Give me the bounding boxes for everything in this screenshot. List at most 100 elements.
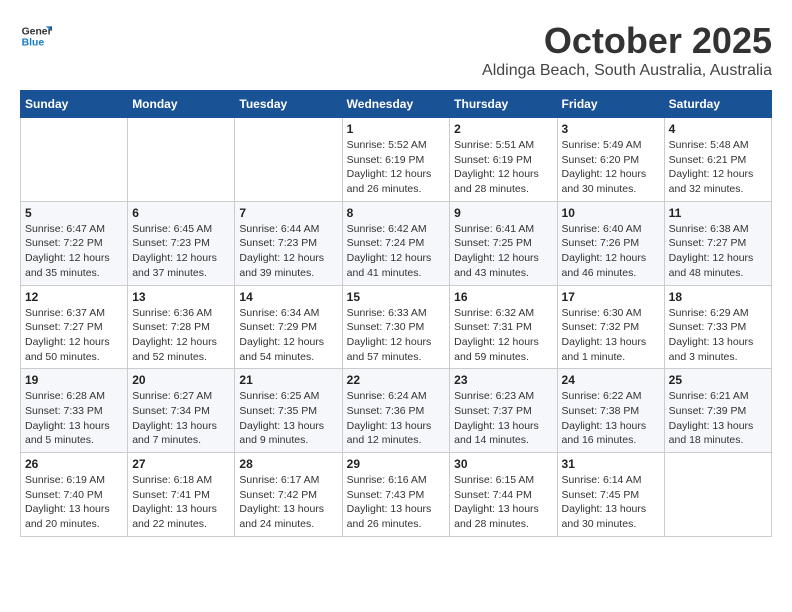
calendar-cell: 11Sunrise: 6:38 AM Sunset: 7:27 PM Dayli… xyxy=(664,201,771,285)
day-number: 20 xyxy=(132,373,230,387)
calendar-cell: 18Sunrise: 6:29 AM Sunset: 7:33 PM Dayli… xyxy=(664,285,771,369)
calendar-week-3: 12 Sunrise: 6:37 AM Sunset: 7:27 PM Dayli… xyxy=(21,285,772,369)
calendar-cell xyxy=(235,118,342,202)
day-info: Sunrise: 6:47 AM Sunset: 7:22 PM Dayligh… xyxy=(25,222,123,281)
day-info: Sunrise: 6:16 AM Sunset: 7:43 PM Dayligh… xyxy=(347,473,446,532)
day-info: Sunrise: 6:37 AM Sunset: 7:27 PM Dayligh… xyxy=(25,306,123,365)
calendar-cell: 21 Sunrise: 6:25 AM Sunset: 7:35 PM Dayli… xyxy=(235,369,342,453)
day-number: 30 xyxy=(454,457,552,471)
day-info: Sunrise: 6:36 AM Sunset: 7:28 PM Dayligh… xyxy=(132,306,230,365)
day-info: Sunrise: 5:48 AM Sunset: 6:21 PM Dayligh… xyxy=(669,138,767,197)
calendar-cell: 19 Sunrise: 6:28 AM Sunset: 7:33 PM Dayli… xyxy=(21,369,128,453)
day-info: Sunrise: 6:32 AM Sunset: 7:31 PM Dayligh… xyxy=(454,306,552,365)
day-number: 10 xyxy=(562,206,660,220)
svg-text:Blue: Blue xyxy=(22,38,45,49)
day-number: 26 xyxy=(25,457,123,471)
day-info: Sunrise: 6:22 AM Sunset: 7:38 PM Dayligh… xyxy=(562,389,660,448)
day-number: 16 xyxy=(454,290,552,304)
calendar-cell: 6 Sunrise: 6:45 AM Sunset: 7:23 PM Daylig… xyxy=(128,201,235,285)
calendar-cell: 4 Sunrise: 5:48 AM Sunset: 6:21 PM Daylig… xyxy=(664,118,771,202)
day-info: Sunrise: 5:52 AM Sunset: 6:19 PM Dayligh… xyxy=(347,138,446,197)
day-info: Sunrise: 6:44 AM Sunset: 7:23 PM Dayligh… xyxy=(239,222,337,281)
calendar-cell: 22Sunrise: 6:24 AM Sunset: 7:36 PM Dayli… xyxy=(342,369,450,453)
day-info: Sunrise: 6:45 AM Sunset: 7:23 PM Dayligh… xyxy=(132,222,230,281)
day-info: Sunrise: 6:27 AM Sunset: 7:34 PM Dayligh… xyxy=(132,389,230,448)
calendar-cell xyxy=(21,118,128,202)
page-header: General Blue October 2025 Aldinga Beach,… xyxy=(20,20,772,80)
day-info: Sunrise: 6:21 AM Sunset: 7:39 PM Dayligh… xyxy=(669,389,767,448)
calendar-week-4: 19 Sunrise: 6:28 AM Sunset: 7:33 PM Dayli… xyxy=(21,369,772,453)
calendar-cell: 27Sunrise: 6:18 AM Sunset: 7:41 PM Dayli… xyxy=(128,453,235,537)
calendar-cell: 17 Sunrise: 6:30 AM Sunset: 7:32 PM Dayli… xyxy=(557,285,664,369)
weekday-header-saturday: Saturday xyxy=(664,91,771,118)
day-info: Sunrise: 6:23 AM Sunset: 7:37 PM Dayligh… xyxy=(454,389,552,448)
calendar-cell: 26 Sunrise: 6:19 AM Sunset: 7:40 PM Dayli… xyxy=(21,453,128,537)
day-info: Sunrise: 6:15 AM Sunset: 7:44 PM Dayligh… xyxy=(454,473,552,532)
day-info: Sunrise: 6:14 AM Sunset: 7:45 PM Dayligh… xyxy=(562,473,660,532)
day-number: 25 xyxy=(669,373,767,387)
calendar-cell: 13 Sunrise: 6:36 AM Sunset: 7:28 PM Dayli… xyxy=(128,285,235,369)
calendar-cell: 10Sunrise: 6:40 AM Sunset: 7:26 PM Dayli… xyxy=(557,201,664,285)
calendar-cell: 16 Sunrise: 6:32 AM Sunset: 7:31 PM Dayli… xyxy=(450,285,557,369)
calendar-cell: 15 Sunrise: 6:33 AM Sunset: 7:30 PM Dayli… xyxy=(342,285,450,369)
day-info: Sunrise: 5:49 AM Sunset: 6:20 PM Dayligh… xyxy=(562,138,660,197)
day-info: Sunrise: 6:30 AM Sunset: 7:32 PM Dayligh… xyxy=(562,306,660,365)
day-number: 14 xyxy=(239,290,337,304)
day-number: 7 xyxy=(239,206,337,220)
weekday-header-sunday: Sunday xyxy=(21,91,128,118)
day-number: 15 xyxy=(347,290,446,304)
calendar-cell: 7 Sunrise: 6:44 AM Sunset: 7:23 PM Daylig… xyxy=(235,201,342,285)
day-info: Sunrise: 6:42 AM Sunset: 7:24 PM Dayligh… xyxy=(347,222,446,281)
day-number: 9 xyxy=(454,206,552,220)
calendar-week-1: 1 Sunrise: 5:52 AM Sunset: 6:19 PM Daylig… xyxy=(21,118,772,202)
calendar-week-5: 26 Sunrise: 6:19 AM Sunset: 7:40 PM Dayli… xyxy=(21,453,772,537)
calendar-cell: 23 Sunrise: 6:23 AM Sunset: 7:37 PM Dayli… xyxy=(450,369,557,453)
day-number: 29 xyxy=(347,457,446,471)
day-info: Sunrise: 6:29 AM Sunset: 7:33 PM Dayligh… xyxy=(669,306,767,365)
day-number: 6 xyxy=(132,206,230,220)
weekday-header-thursday: Thursday xyxy=(450,91,557,118)
calendar-cell xyxy=(128,118,235,202)
weekday-header-monday: Monday xyxy=(128,91,235,118)
day-number: 4 xyxy=(669,122,767,136)
weekday-header-wednesday: Wednesday xyxy=(342,91,450,118)
calendar-cell: 29 Sunrise: 6:16 AM Sunset: 7:43 PM Dayli… xyxy=(342,453,450,537)
day-number: 31 xyxy=(562,457,660,471)
day-info: Sunrise: 6:28 AM Sunset: 7:33 PM Dayligh… xyxy=(25,389,123,448)
calendar-cell: 1 Sunrise: 5:52 AM Sunset: 6:19 PM Daylig… xyxy=(342,118,450,202)
day-info: Sunrise: 6:25 AM Sunset: 7:35 PM Dayligh… xyxy=(239,389,337,448)
calendar-cell: 31 Sunrise: 6:14 AM Sunset: 7:45 PM Dayli… xyxy=(557,453,664,537)
day-number: 23 xyxy=(454,373,552,387)
calendar-cell: 5 Sunrise: 6:47 AM Sunset: 7:22 PM Daylig… xyxy=(21,201,128,285)
calendar-cell xyxy=(664,453,771,537)
day-number: 17 xyxy=(562,290,660,304)
weekday-header-row: SundayMondayTuesdayWednesdayThursdayFrid… xyxy=(21,91,772,118)
day-number: 3 xyxy=(562,122,660,136)
calendar-cell: 28Sunrise: 6:17 AM Sunset: 7:42 PM Dayli… xyxy=(235,453,342,537)
day-number: 12 xyxy=(25,290,123,304)
title-block: October 2025 Aldinga Beach, South Austra… xyxy=(482,20,772,80)
day-number: 5 xyxy=(25,206,123,220)
day-number: 19 xyxy=(25,373,123,387)
calendar-cell: 9Sunrise: 6:41 AM Sunset: 7:25 PM Daylig… xyxy=(450,201,557,285)
day-number: 28 xyxy=(239,457,337,471)
calendar-cell: 30 Sunrise: 6:15 AM Sunset: 7:44 PM Dayli… xyxy=(450,453,557,537)
day-number: 2 xyxy=(454,122,552,136)
day-number: 13 xyxy=(132,290,230,304)
month-title: October 2025 xyxy=(482,20,772,62)
day-info: Sunrise: 6:24 AM Sunset: 7:36 PM Dayligh… xyxy=(347,389,446,448)
day-info: Sunrise: 6:34 AM Sunset: 7:29 PM Dayligh… xyxy=(239,306,337,365)
day-info: Sunrise: 6:19 AM Sunset: 7:40 PM Dayligh… xyxy=(25,473,123,532)
day-number: 24 xyxy=(562,373,660,387)
day-number: 11 xyxy=(669,206,767,220)
calendar-cell: 14 Sunrise: 6:34 AM Sunset: 7:29 PM Dayli… xyxy=(235,285,342,369)
calendar-week-2: 5 Sunrise: 6:47 AM Sunset: 7:22 PM Daylig… xyxy=(21,201,772,285)
day-number: 1 xyxy=(347,122,446,136)
day-info: Sunrise: 6:33 AM Sunset: 7:30 PM Dayligh… xyxy=(347,306,446,365)
calendar-cell: 8Sunrise: 6:42 AM Sunset: 7:24 PM Daylig… xyxy=(342,201,450,285)
day-number: 21 xyxy=(239,373,337,387)
calendar-cell: 12 Sunrise: 6:37 AM Sunset: 7:27 PM Dayli… xyxy=(21,285,128,369)
calendar-cell: 24 Sunrise: 6:22 AM Sunset: 7:38 PM Dayli… xyxy=(557,369,664,453)
calendar-cell: 3 Sunrise: 5:49 AM Sunset: 6:20 PM Daylig… xyxy=(557,118,664,202)
weekday-header-tuesday: Tuesday xyxy=(235,91,342,118)
